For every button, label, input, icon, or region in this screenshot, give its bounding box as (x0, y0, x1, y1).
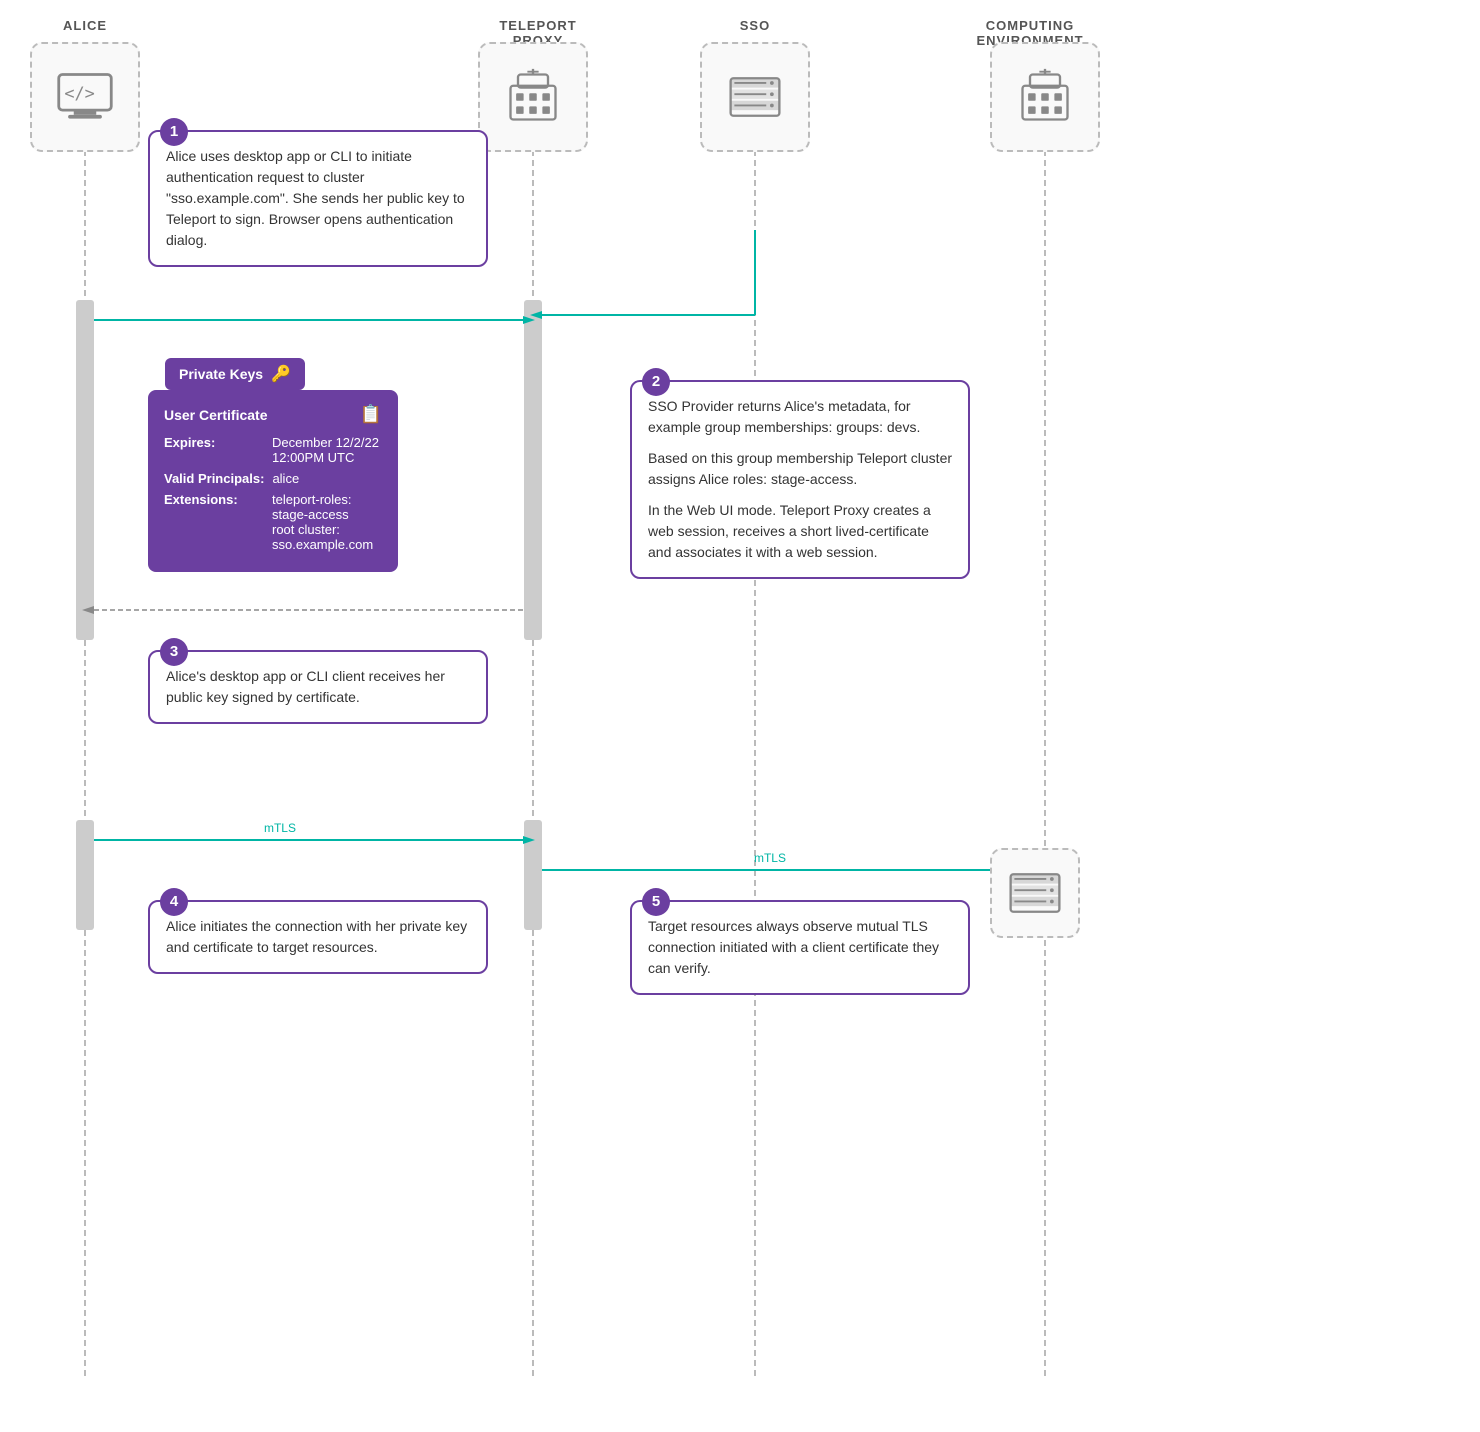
callout-3-text: Alice's desktop app or CLI client receiv… (166, 666, 470, 708)
cert-extensions-value: teleport-roles: stage-access root cluste… (272, 492, 373, 552)
callout-5: 5 Target resources always observe mutual… (630, 900, 970, 995)
callout-number-5: 5 (642, 888, 670, 916)
actor-icon-alice: </> (30, 42, 140, 152)
cert-extensions-label: Extensions: (164, 492, 264, 552)
callout-number-1: 1 (160, 118, 188, 146)
actor-icon-teleport (478, 42, 588, 152)
callout-1-text: Alice uses desktop app or CLI to initiat… (166, 146, 470, 251)
cert-expires-row: Expires: December 12/2/22 12:00PM UTC (164, 435, 382, 465)
svg-text:mTLS: mTLS (754, 851, 786, 865)
svg-text:</>: </> (64, 83, 94, 103)
callout-2-text1: SSO Provider returns Alice's metadata, f… (648, 396, 952, 438)
cert-principals-label: Valid Principals: (164, 471, 264, 486)
cert-expires-value: December 12/2/22 12:00PM UTC (272, 435, 379, 465)
cert-icon: 📋 (360, 404, 382, 425)
callout-2-text3: In the Web UI mode. Teleport Proxy creat… (648, 500, 952, 563)
cert-extensions-row: Extensions: teleport-roles: stage-access… (164, 492, 382, 552)
cert-expires-label: Expires: (164, 435, 264, 465)
callout-2: 2 SSO Provider returns Alice's metadata,… (630, 380, 970, 579)
callout-number-3: 3 (160, 638, 188, 666)
callout-number-4: 4 (160, 888, 188, 916)
callout-4: 4 Alice initiates the connection with he… (148, 900, 488, 974)
actor-label-sso: SSO (700, 18, 810, 33)
callout-2-text2: Based on this group membership Teleport … (648, 448, 952, 490)
cert-principals-value: alice (272, 471, 299, 486)
callout-number-2: 2 (642, 368, 670, 396)
cert-header: User Certificate 📋 (164, 404, 382, 425)
actor-icon-computing-bottom (990, 848, 1080, 938)
svg-text:mTLS: mTLS (264, 821, 296, 835)
key-icon: 🔑 (271, 364, 291, 384)
diagram-container: mTLS mTLS ALICE </> TELEPORTPROXY SSO (0, 0, 1480, 1432)
actor-icon-sso (700, 42, 810, 152)
actor-icon-computing (990, 42, 1100, 152)
callout-5-text: Target resources always observe mutual T… (648, 916, 952, 979)
callout-3: 3 Alice's desktop app or CLI client rece… (148, 650, 488, 724)
callout-1: 1 Alice uses desktop app or CLI to initi… (148, 130, 488, 267)
callout-4-text: Alice initiates the connection with her … (166, 916, 470, 958)
cert-box: User Certificate 📋 Expires: December 12/… (148, 390, 398, 572)
actor-label-alice: ALICE (30, 18, 140, 33)
cert-title: User Certificate (164, 407, 268, 423)
cert-principals-row: Valid Principals: alice (164, 471, 382, 486)
private-keys-badge: Private Keys 🔑 (165, 358, 305, 390)
private-keys-label: Private Keys (179, 366, 263, 382)
